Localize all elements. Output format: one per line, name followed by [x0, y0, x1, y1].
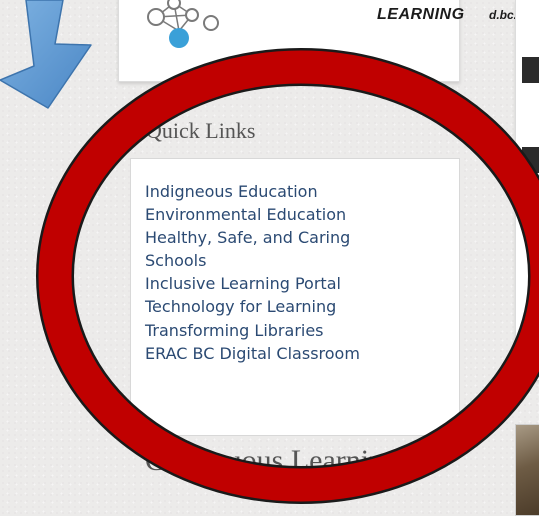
link-healthy-safe-caring-schools[interactable]: Schools: [145, 251, 206, 270]
list-item: Technology for Learning: [145, 295, 360, 318]
logo-card[interactable]: LEARNING d.bc.ca: [118, 0, 530, 82]
list-item: Transforming Libraries: [145, 319, 360, 342]
link-inclusive-learning-portal[interactable]: Inclusive Learning Portal: [145, 274, 341, 293]
quick-links-panel: Indigneous Education Environmental Educa…: [130, 158, 460, 436]
link-transforming-libraries[interactable]: Transforming Libraries: [145, 321, 324, 340]
link-healthy-safe-caring[interactable]: Healthy, Safe, and Caring: [145, 228, 350, 247]
continuous-learning-heading: Continuous Learning: [145, 444, 400, 477]
list-item: Indigneous Education: [145, 180, 360, 203]
logo-wordmark: LEARNING: [377, 6, 465, 23]
down-right-arrow-icon: [0, 0, 92, 109]
panel-heading-fragment: [522, 57, 539, 83]
panel-heading-fragment: [522, 147, 539, 173]
link-erac-digital-classroom[interactable]: ERAC BC Digital Classroom: [145, 344, 360, 363]
link-technology-for-learning[interactable]: Technology for Learning: [145, 297, 336, 316]
link-environmental-education[interactable]: Environmental Education: [145, 205, 346, 224]
list-item: Environmental Education: [145, 203, 360, 226]
list-item: Schools: [145, 249, 360, 272]
list-item: Healthy, Safe, and Caring: [145, 226, 360, 249]
quick-links-heading: Quick Links: [146, 118, 256, 143]
list-item: Inclusive Learning Portal: [145, 272, 360, 295]
photo-thumbnail[interactable]: [515, 424, 539, 516]
content-panel-right: [515, 0, 539, 380]
list-item: ERAC BC Digital Classroom: [145, 342, 360, 365]
quick-links-list: Indigneous Education Environmental Educa…: [145, 180, 360, 365]
link-indigenous-education[interactable]: Indigneous Education: [145, 182, 318, 201]
